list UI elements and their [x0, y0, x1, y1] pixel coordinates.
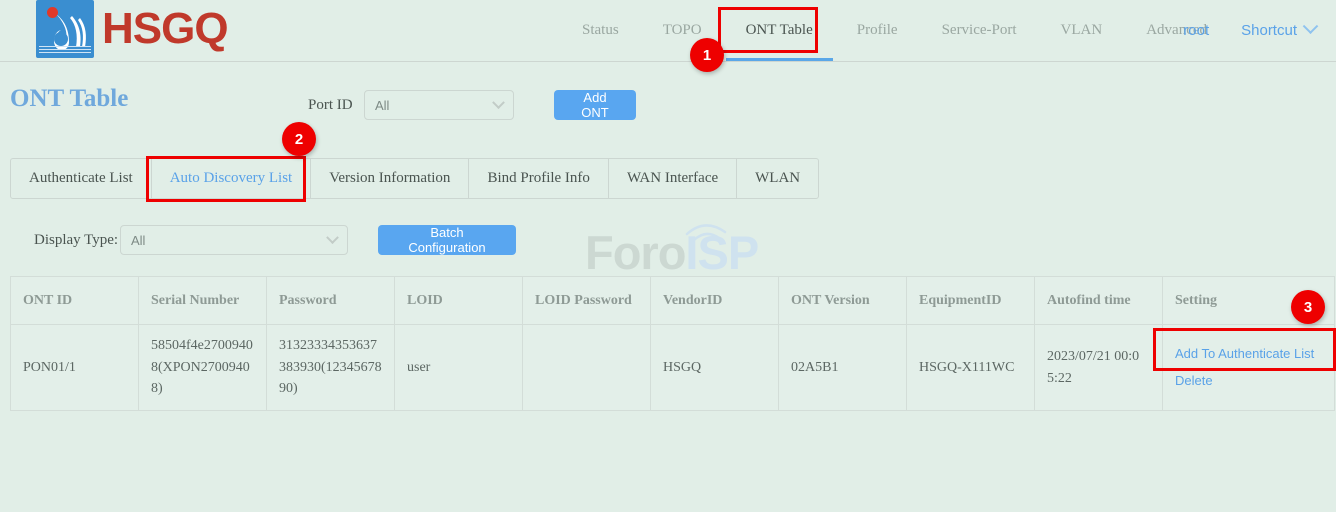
cell-loid: user [395, 325, 523, 411]
batch-configuration-button[interactable]: Batch Configuration [378, 225, 516, 255]
col-loid-password: LOID Password [523, 277, 651, 325]
delete-link[interactable]: Delete [1175, 368, 1322, 394]
nav-item-profile[interactable]: Profile [835, 0, 920, 61]
logo-wordmark: HSGQ [102, 0, 228, 58]
nav-item-ont-table[interactable]: ONT Table [724, 0, 835, 61]
table-header-row: ONT ID Serial Number Password LOID LOID … [11, 277, 1335, 325]
tab-bind-profile-info[interactable]: Bind Profile Info [469, 159, 609, 198]
brand-logo[interactable]: HSGQ [36, 0, 228, 58]
page-title: ONT Table [10, 85, 128, 113]
cell-vendor-id: HSGQ [651, 325, 779, 411]
annotation-badge-2: 2 [282, 122, 316, 156]
port-id-label: Port ID [308, 97, 353, 114]
cell-equipment-id: HSGQ-X111WC [907, 325, 1035, 411]
tab-wlan[interactable]: WLAN [737, 159, 818, 198]
col-serial-number: Serial Number [139, 277, 267, 325]
display-type-select[interactable]: All [120, 225, 348, 255]
display-type-value: All [131, 233, 328, 248]
ont-table-tabs: Authenticate List Auto Discovery List Ve… [10, 158, 819, 199]
ont-table-page: HSGQ Status TOPO ONT Table Profile Servi… [0, 0, 1336, 512]
cell-serial-number: 58504f4e27009408(XPON27009408) [139, 325, 267, 411]
shortcut-menu[interactable]: Shortcut [1225, 0, 1313, 61]
tab-wan-interface[interactable]: WAN Interface [609, 159, 737, 198]
watermark-text-foro: Foro [585, 226, 685, 279]
top-header-bar: HSGQ Status TOPO ONT Table Profile Servi… [0, 0, 1336, 62]
col-password: Password [267, 277, 395, 325]
cell-ont-version: 02A5B1 [779, 325, 907, 411]
tab-version-information[interactable]: Version Information [311, 159, 469, 198]
col-vendor-id: VendorID [651, 277, 779, 325]
nav-item-service-port[interactable]: Service-Port [920, 0, 1039, 61]
user-menu-root[interactable]: root [1167, 0, 1225, 61]
wifi-arcs-icon [679, 218, 739, 246]
add-ont-button[interactable]: Add ONT [554, 90, 636, 120]
port-id-select[interactable]: All [364, 90, 514, 120]
add-to-authenticate-list-link[interactable]: Add To Authenticate List [1175, 341, 1322, 367]
tab-authenticate-list[interactable]: Authenticate List [11, 159, 152, 198]
port-id-value: All [375, 98, 494, 113]
cell-password: 31323334353637383930(1234567890) [267, 325, 395, 411]
chevron-down-icon [326, 231, 339, 244]
foroisp-watermark: ForoISP [585, 225, 758, 280]
tab-auto-discovery-list[interactable]: Auto Discovery List [152, 159, 311, 198]
logo-red-dot [47, 7, 58, 18]
main-navigation: Status TOPO ONT Table Profile Service-Po… [560, 0, 1229, 61]
nav-item-topo[interactable]: TOPO [641, 0, 724, 61]
nav-item-status[interactable]: Status [560, 0, 641, 61]
cell-setting: Add To Authenticate List Delete [1163, 325, 1335, 411]
watermark-text-isp: ISP [685, 226, 758, 279]
table-row[interactable]: PON01/1 58504f4e27009408(XPON27009408) 3… [11, 325, 1335, 411]
header-right-actions: root Shortcut [1167, 0, 1324, 61]
auto-discovery-table: ONT ID Serial Number Password LOID LOID … [10, 276, 1335, 411]
cell-ont-id: PON01/1 [11, 325, 139, 411]
cell-autofind-time: 2023/07/21 00:05:22 [1035, 325, 1163, 411]
logo-baseline-stripes [39, 46, 91, 55]
display-type-label: Display Type: [34, 232, 118, 249]
chevron-down-icon [492, 96, 505, 109]
col-ont-id: ONT ID [11, 277, 139, 325]
col-setting: Setting [1163, 277, 1335, 325]
col-autofind-time: Autofind time [1035, 277, 1163, 325]
cell-loid-password [523, 325, 651, 411]
hsgq-logo-icon [36, 0, 94, 58]
col-loid: LOID [395, 277, 523, 325]
col-ont-version: ONT Version [779, 277, 907, 325]
nav-item-vlan[interactable]: VLAN [1039, 0, 1125, 61]
col-equipment-id: EquipmentID [907, 277, 1035, 325]
